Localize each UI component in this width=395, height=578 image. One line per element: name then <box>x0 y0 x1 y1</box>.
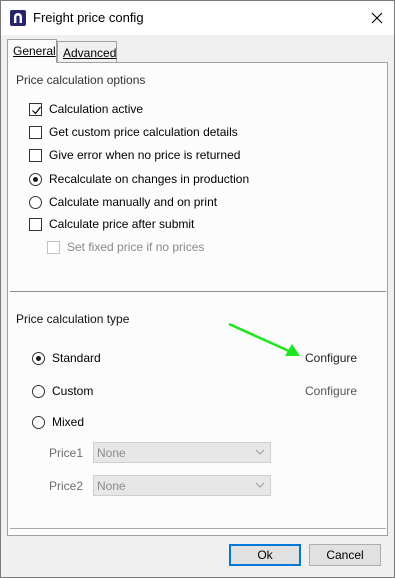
price1-value: None <box>97 446 126 460</box>
chevron-down-icon <box>255 449 265 455</box>
custom-radio[interactable]: Custom <box>32 382 93 400</box>
cancel-button-label: Cancel <box>326 548 364 562</box>
checkbox-box <box>29 125 42 139</box>
price2-select[interactable]: None <box>93 475 271 496</box>
annotation-arrow-icon <box>228 322 300 356</box>
radio-circle <box>32 351 45 365</box>
ok-button-label: Ok <box>257 548 273 562</box>
bottom-divider <box>10 528 386 529</box>
error-no-price-checkbox[interactable]: Give error when no price is returned <box>29 146 240 164</box>
checkbox-box <box>29 217 42 231</box>
close-icon <box>371 12 383 24</box>
section-divider <box>10 291 386 292</box>
calc-after-submit-checkbox[interactable]: Calculate price after submit <box>29 215 194 233</box>
calculation-active-label: Calculation active <box>49 102 144 116</box>
standard-radio[interactable]: Standard <box>32 349 101 367</box>
error-no-price-label: Give error when no price is returned <box>49 148 241 162</box>
manual-calc-label: Calculate manually and on print <box>49 195 218 209</box>
fixed-price-checkbox[interactable]: Set fixed price if no prices <box>47 238 204 256</box>
title-bar: Freight price config <box>1 1 394 35</box>
checkbox-box <box>47 240 60 254</box>
radio-circle <box>32 415 45 429</box>
standard-label: Standard <box>52 351 101 365</box>
calc-after-submit-label: Calculate price after submit <box>49 217 195 231</box>
tab-advanced[interactable]: Advanced <box>57 41 117 63</box>
mixed-radio[interactable]: Mixed <box>32 413 84 431</box>
custom-configure-link[interactable]: Configure <box>305 384 357 398</box>
calculation-active-checkbox[interactable]: Calculation active <box>29 100 143 118</box>
type-section-label: Price calculation type <box>16 312 130 326</box>
price2-value: None <box>97 479 126 493</box>
standard-configure-link[interactable]: Configure <box>305 351 357 365</box>
price1-label: Price1 <box>49 446 84 460</box>
fixed-price-label: Set fixed price if no prices <box>67 240 205 254</box>
checkbox-box <box>29 148 42 162</box>
radio-circle <box>29 172 42 186</box>
recalculate-label: Recalculate on changes in production <box>49 172 250 186</box>
radio-circle <box>32 384 45 398</box>
tab-general[interactable]: General <box>7 39 57 63</box>
chevron-down-icon <box>255 482 265 488</box>
tab-general-label: General <box>13 44 56 58</box>
checkbox-box <box>29 102 42 116</box>
checkmark-icon <box>32 106 41 114</box>
recalculate-radio[interactable]: Recalculate on changes in production <box>29 170 249 188</box>
price1-select[interactable]: None <box>93 442 271 463</box>
custom-details-label: Get custom price calculation details <box>49 125 238 139</box>
radio-circle <box>29 195 42 209</box>
app-logo-icon <box>10 10 26 26</box>
custom-details-checkbox[interactable]: Get custom price calculation details <box>29 123 238 141</box>
options-section-label: Price calculation options <box>16 73 146 87</box>
close-button[interactable] <box>360 1 394 35</box>
manual-calc-radio[interactable]: Calculate manually and on print <box>29 193 217 211</box>
ok-button[interactable]: Ok <box>229 544 301 566</box>
price2-label: Price2 <box>49 479 84 493</box>
dialog-window: Freight price config General Advanced Pr… <box>0 0 395 578</box>
cancel-button[interactable]: Cancel <box>309 544 381 566</box>
mixed-label: Mixed <box>52 415 85 429</box>
window-title: Freight price config <box>33 10 144 25</box>
custom-label: Custom <box>52 384 94 398</box>
tab-advanced-label: Advanced <box>63 46 117 60</box>
